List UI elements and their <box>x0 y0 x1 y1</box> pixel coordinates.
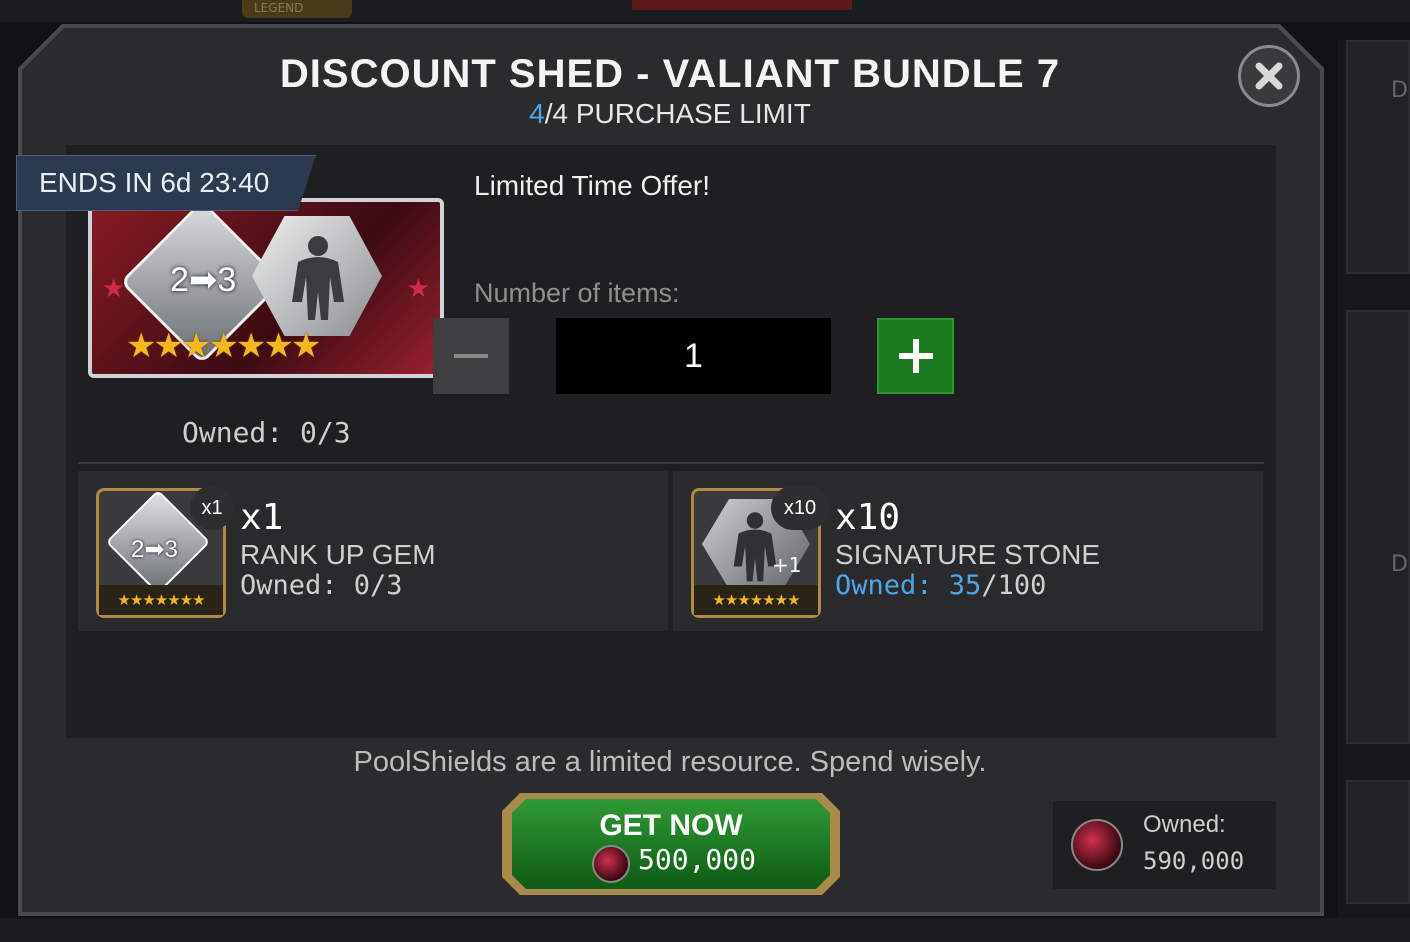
close-x-icon <box>1255 62 1283 90</box>
minus-icon <box>454 354 488 358</box>
purchase-limit: 4/4 PURCHASE LIMIT <box>0 98 1340 130</box>
rarity-stars: ★★★★★★★ <box>694 585 818 615</box>
star-icon: ★ <box>102 274 126 304</box>
purchase-limit-current: 4 <box>529 98 545 129</box>
resource-warning: PoolShields are a limited resource. Spen… <box>353 746 987 778</box>
currency-wallet: Owned: 590,000 <box>1053 801 1276 889</box>
item-owned-count: Owned: 0/3 <box>240 570 403 601</box>
item-name: SIGNATURE STONE <box>835 539 1101 570</box>
quantity-label: Number of items: <box>474 278 680 308</box>
get-now-button[interactable]: GET NOW 500,000 <box>502 793 840 895</box>
offer-description: Limited Time Offer! <box>474 170 711 201</box>
item-count: x1 <box>240 497 284 538</box>
item-owned-count: Owned: 35/100 <box>835 570 1046 601</box>
quantity-input[interactable]: 1 <box>556 318 831 394</box>
decrease-quantity-button[interactable] <box>433 318 509 394</box>
wallet-label: Owned: <box>1143 811 1226 838</box>
purchase-limit-separator: / <box>544 98 553 129</box>
wallet-balance: 590,000 <box>1143 847 1245 875</box>
quantity-badge: x10 <box>771 486 829 530</box>
signature-plus-label: +1 <box>772 553 802 577</box>
section-divider <box>78 462 1264 464</box>
reward-item-card: 2➡3 ★★★★★★★ x1 x1 RANK UP GEM Owned: 0/3 <box>78 471 668 631</box>
bundle-image: ★ ★ 2➡3 ★★★★★★★ <box>88 198 444 378</box>
bundle-owned-count: Owned: 0/3 <box>182 416 351 449</box>
background-bottom-bar <box>0 918 1410 942</box>
background-legend-tab: LEGEND <box>242 0 352 18</box>
poolshield-coin-icon <box>592 845 630 883</box>
reward-item-card: +1 ★★★★★★★ x10 x10 SIGNATURE STONE Owned… <box>673 471 1263 631</box>
rarity-stars: ★★★★★★★ <box>126 326 321 366</box>
item-name: RANK UP GEM <box>240 539 436 570</box>
background-letter: D <box>1391 78 1408 103</box>
item-count: x10 <box>835 497 901 538</box>
item-owned-current: Owned: 35 <box>835 570 982 601</box>
champion-silhouette-icon <box>292 236 344 320</box>
get-now-price: 500,000 <box>638 843 757 876</box>
poolshield-coin-icon <box>1071 819 1123 871</box>
background-right-panel: D D <box>1338 40 1410 920</box>
rarity-stars: ★★★★★★★ <box>99 585 223 615</box>
dialog-title: DISCOUNT SHED - VALIANT BUNDLE 7 <box>279 52 1061 96</box>
rank-up-gem-text: 2➡3 <box>170 261 237 299</box>
quantity-badge: x1 <box>190 486 234 530</box>
get-now-label: GET NOW <box>599 809 743 842</box>
star-icon: ★ <box>406 274 430 304</box>
increase-quantity-button[interactable] <box>877 318 954 394</box>
purchase-limit-text: 4 PURCHASE LIMIT <box>552 98 811 129</box>
ends-in-timer: ENDS IN 6d 23:40 <box>16 155 316 211</box>
plus-icon <box>898 339 933 373</box>
close-button[interactable] <box>1238 45 1300 107</box>
item-owned-total: /100 <box>981 570 1047 601</box>
rank-up-gem-text: 2➡3 <box>131 536 178 563</box>
background-red-tab <box>632 0 852 10</box>
background-letter: D <box>1391 552 1408 577</box>
